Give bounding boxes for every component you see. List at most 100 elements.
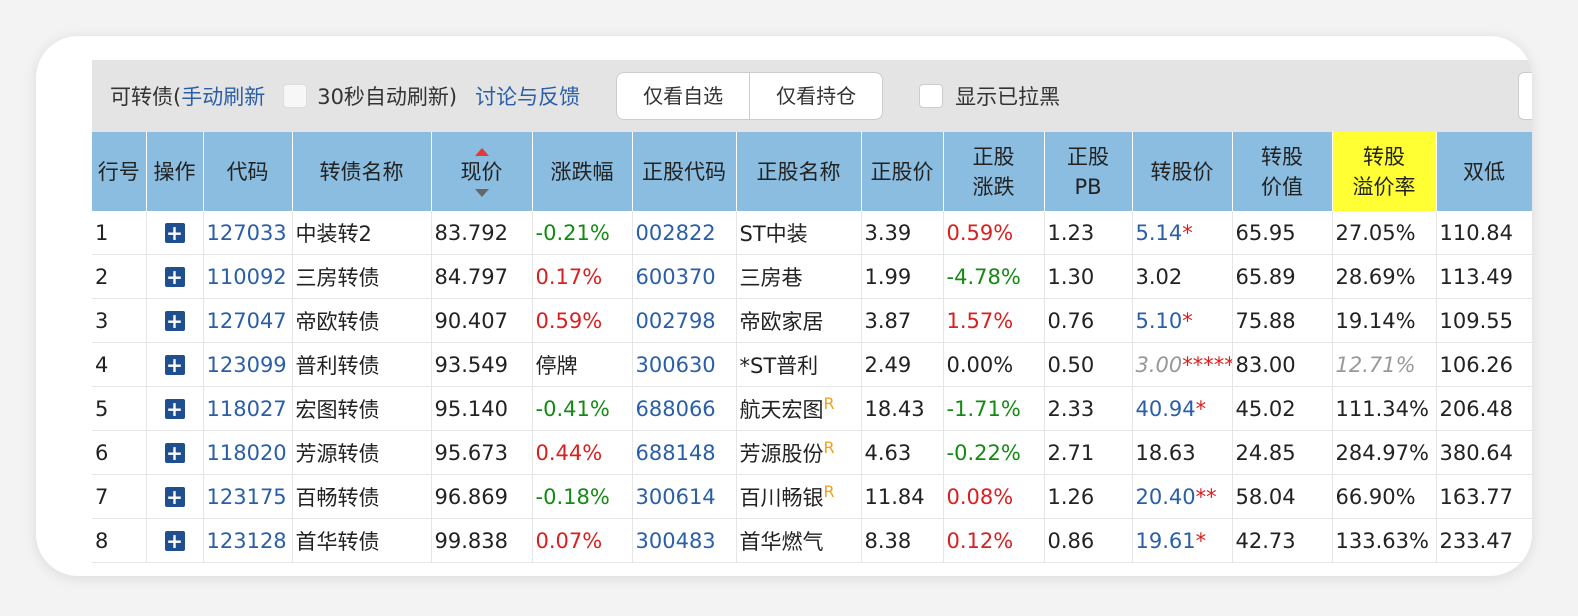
header-line: 正股 [1067, 144, 1109, 169]
stock-pb-text: 1.30 [1047, 264, 1095, 289]
stock-change-text: 0.12% [946, 528, 1014, 553]
stock-pb-text: 2.33 [1047, 396, 1095, 421]
add-to-watchlist-icon[interactable]: + [164, 222, 185, 243]
row-number: 3 [92, 298, 147, 343]
add-to-watchlist-icon[interactable]: + [164, 442, 185, 463]
stock-pb: 1.23 [1044, 211, 1133, 255]
conversion-price: 19.61* [1132, 518, 1233, 563]
search-box-edge[interactable] [1518, 72, 1532, 120]
bond-code-link[interactable]: 110092 [207, 265, 287, 289]
stock-name: 芳源股份R [736, 430, 862, 475]
col-header-change[interactable]: 涨跌幅 [532, 132, 633, 211]
stock-change: -4.78% [943, 254, 1045, 299]
stock-price: 3.39 [861, 211, 944, 255]
row-number: 4 [92, 342, 147, 387]
bond-name: 芳源转债 [292, 430, 432, 475]
col-header-stock-code[interactable]: 正股代码 [632, 132, 737, 211]
dual-low-text: 106.26 [1439, 352, 1513, 377]
bond-code-link[interactable]: 123175 [207, 485, 287, 509]
dual-low: 233.47 [1436, 518, 1532, 563]
premium-rate: 133.63% [1332, 518, 1437, 563]
bond-code-link[interactable]: 118020 [207, 441, 287, 465]
col-header-premium-rate[interactable]: 转股 溢价率 [1332, 132, 1437, 211]
bond-code-link[interactable]: 123099 [207, 353, 287, 377]
stock-pb-text: 0.86 [1047, 528, 1095, 553]
stock-code-link[interactable]: 300614 [636, 485, 716, 509]
add-to-watchlist-icon[interactable]: + [164, 354, 185, 375]
bond-code: 127047 [203, 298, 293, 343]
add-to-watchlist-icon[interactable]: + [164, 310, 185, 331]
price: 95.673 [431, 430, 533, 475]
row-number: 7 [92, 474, 147, 519]
content-card: 可转债(手动刷新 30秒自动刷新) 讨论与反馈 仅看自选 仅看持仓 显示已拉黑 … [36, 36, 1532, 576]
col-header-dual-low[interactable]: 双低 [1436, 132, 1532, 211]
bond-code-link[interactable]: 127033 [207, 221, 287, 245]
stock-price: 1.99 [861, 254, 944, 299]
stock-price-text: 3.87 [864, 308, 912, 333]
manual-refresh-link[interactable]: 手动刷新 [181, 81, 265, 111]
add-to-watchlist-icon[interactable]: + [164, 486, 185, 507]
auto-refresh-checkbox[interactable] [283, 84, 308, 108]
stock-change: 0.12% [943, 518, 1045, 563]
feedback-link[interactable]: 讨论与反馈 [475, 81, 580, 111]
col-header-row-number[interactable]: 行号 [92, 132, 147, 211]
price-text: 93.549 [434, 352, 508, 377]
col-header-price[interactable]: 现价 [431, 132, 533, 211]
show-blacklist-checkbox[interactable] [919, 84, 944, 108]
bond-name: 宏图转债 [292, 386, 432, 431]
conversion-price: 18.63 [1132, 430, 1233, 475]
stock-code-link[interactable]: 300630 [636, 353, 716, 377]
stock-price: 2.49 [861, 342, 944, 387]
stock-price-text: 4.63 [864, 440, 912, 465]
action-cell: + [146, 254, 204, 299]
auto-refresh-label: 30秒自动刷新) [317, 85, 458, 109]
conversion-value: 58.04 [1232, 474, 1333, 519]
stock-pb: 0.50 [1044, 342, 1133, 387]
show-blacklist-label: 显示已拉黑 [955, 85, 1061, 109]
bond-code-link[interactable]: 118027 [207, 397, 287, 421]
change-text: 0.17% [535, 264, 603, 289]
bond-name: 百畅转债 [292, 474, 432, 519]
col-header-conversion-price[interactable]: 转股价 [1132, 132, 1233, 211]
stock-code-link[interactable]: 600370 [636, 265, 716, 289]
col-header-stock-pb[interactable]: 正股 PB [1044, 132, 1133, 211]
table-row: 6 +118020 芳源转债 95.673 0.44% 688148 芳源股份R 4.63 -0… [92, 430, 1532, 475]
stock-name-text: ST中装 [739, 221, 808, 246]
action-cell: + [146, 298, 204, 343]
add-to-watchlist-icon[interactable]: + [164, 398, 185, 419]
stock-pb: 0.86 [1044, 518, 1133, 563]
add-to-watchlist-icon[interactable]: + [164, 266, 185, 287]
stock-code-link[interactable]: 002822 [636, 221, 716, 245]
toolbar: 可转债(手动刷新 30秒自动刷新) 讨论与反馈 仅看自选 仅看持仓 显示已拉黑 [92, 60, 1532, 132]
bond-table: 行号 操作 代码 转债名称 现价 涨跌幅 正股代码 正股名称 正股价 正股 涨跌 … [92, 132, 1532, 563]
price-text: 84.797 [434, 264, 508, 289]
col-header-code[interactable]: 代码 [203, 132, 293, 211]
holdings-only-button[interactable]: 仅看持仓 [749, 73, 882, 119]
stock-code: 002798 [632, 298, 737, 343]
margin-flag: R [823, 437, 835, 457]
header-line: 正股 [972, 144, 1015, 169]
col-header-stock-change[interactable]: 正股 涨跌 [943, 132, 1045, 211]
col-header-stock-name[interactable]: 正股名称 [736, 132, 862, 211]
table-row: 8 +123128 首华转债 99.838 0.07% 300483 首华燃气 8.38 0.1… [92, 518, 1532, 563]
col-header-bond-name[interactable]: 转债名称 [292, 132, 432, 211]
stock-name: 航天宏图R [736, 386, 862, 431]
col-header-stock-price[interactable]: 正股价 [861, 132, 944, 211]
bond-code: 123175 [203, 474, 293, 519]
conversion-price: 5.14* [1132, 211, 1233, 255]
change: 0.44% [532, 430, 633, 475]
dual-low-text: 380.64 [1439, 440, 1513, 465]
stock-price-text: 3.39 [864, 220, 912, 245]
bond-code-link[interactable]: 123128 [207, 529, 287, 553]
bond-code-link[interactable]: 127047 [207, 309, 287, 333]
stock-code-link[interactable]: 300483 [636, 529, 716, 553]
stock-code-link[interactable]: 688148 [636, 441, 716, 465]
add-to-watchlist-icon[interactable]: + [164, 530, 185, 551]
price-text: 90.407 [434, 308, 508, 333]
price: 84.797 [431, 254, 533, 299]
stock-code-link[interactable]: 002798 [636, 309, 716, 333]
stock-code-link[interactable]: 688066 [636, 397, 716, 421]
conversion-price-flag: * [1195, 528, 1207, 553]
col-header-conversion-value[interactable]: 转股 价值 [1232, 132, 1333, 211]
watchlist-only-button[interactable]: 仅看自选 [617, 73, 749, 119]
